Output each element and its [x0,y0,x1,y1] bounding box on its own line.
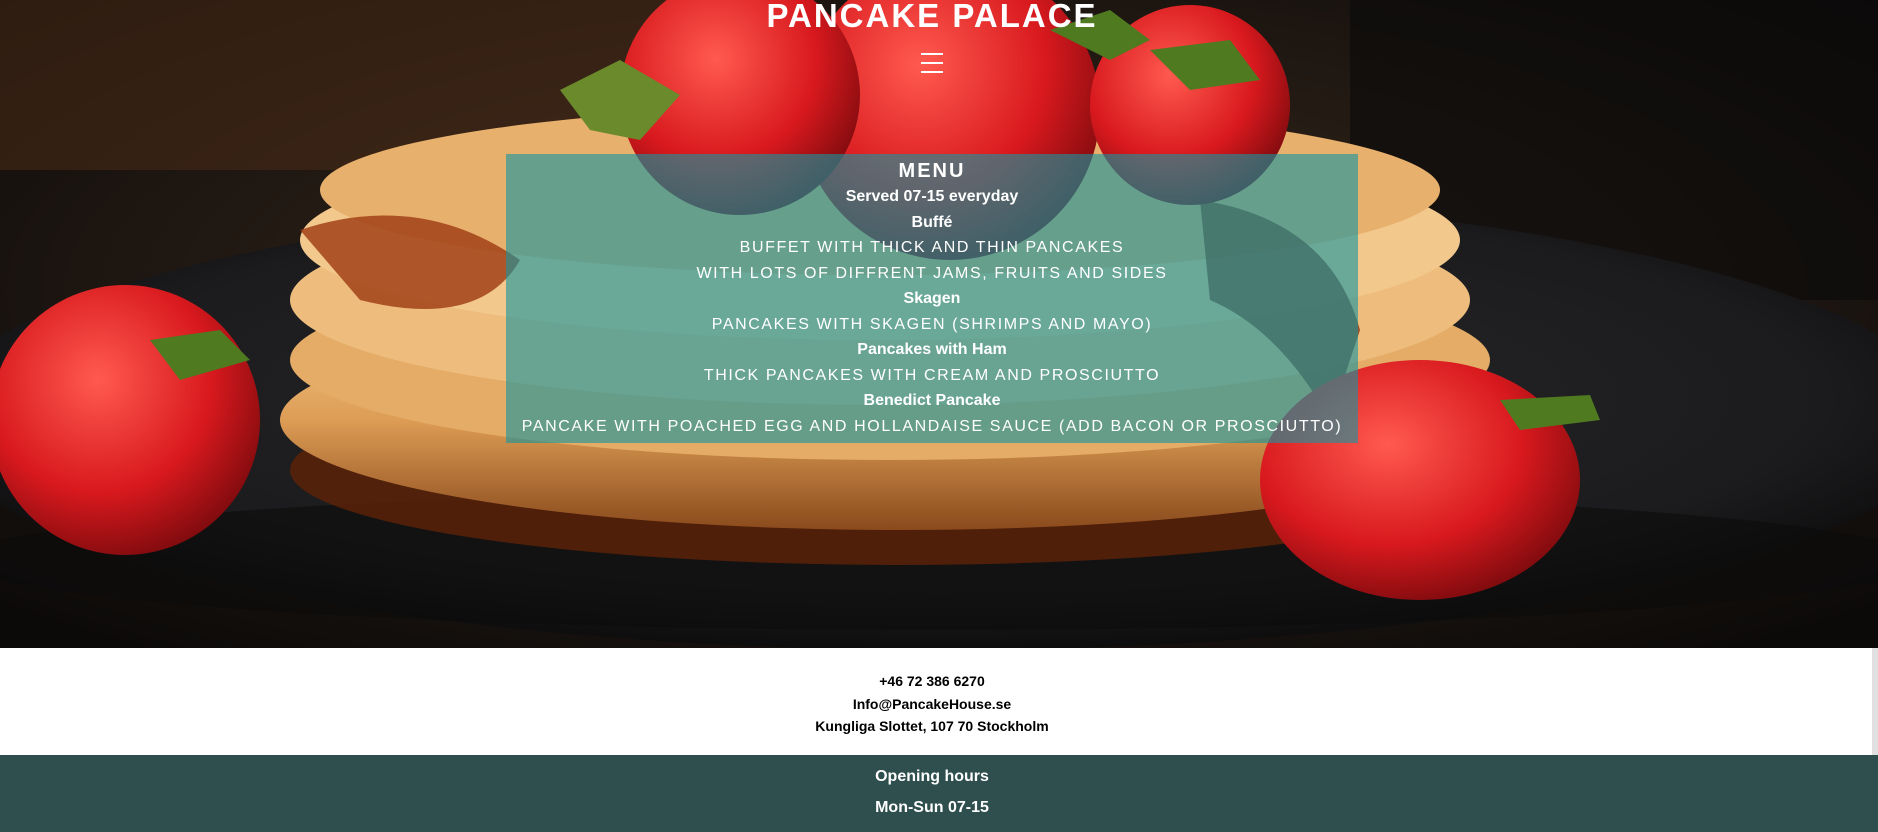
hamburger-menu-icon[interactable] [921,53,943,75]
menu-item-description: Pancake with poached egg and hollandaise… [521,417,1343,435]
hamburger-line [921,71,943,73]
contact-address: Kungliga Slottet, 107 70 Stockholm [815,718,1049,734]
page-scrollbar[interactable] [1872,648,1878,755]
menu-panel: MENU Served 07-15 everyday Buffé Buffet … [506,154,1358,443]
menu-heading: MENU [898,160,966,182]
menu-item-description: Thick pancakes with cream and prosciutto [703,366,1161,384]
menu-item-name: Buffé [911,213,953,231]
contact-section: +46 72 386 6270 Info@PancakeHouse.se Kun… [0,648,1878,755]
menu-item-description: Pancakes with skagen (shrimps and mayo) [711,315,1153,333]
hamburger-line [921,53,943,55]
menu-item-name: Skagen [903,290,961,307]
site-title: PANCAKE PALACE [766,0,1098,34]
menu-item-description: Buffet with thick and thin pancakes [739,239,1125,256]
menu-item-description: with lots of diffrent jams, fruits and s… [696,264,1168,282]
hamburger-line [921,62,943,64]
opening-hours-value: Mon-Sun 07-15 [875,799,989,816]
footer: Opening hours Mon-Sun 07-15 [0,755,1878,832]
contact-email[interactable]: Info@PancakeHouse.se [0,693,1864,716]
contact-phone[interactable]: +46 72 386 6270 [0,670,1864,693]
hero-section: PANCAKE PALACE MENU Served 07-15 everyda… [0,0,1878,648]
menu-item-name: Pancakes with Ham [857,341,1007,358]
menu-item-name: Benedict Pancake [863,392,1001,409]
opening-hours-title: Opening hours [875,768,989,785]
menu-served-hours: Served 07-15 everyday [845,188,1019,205]
